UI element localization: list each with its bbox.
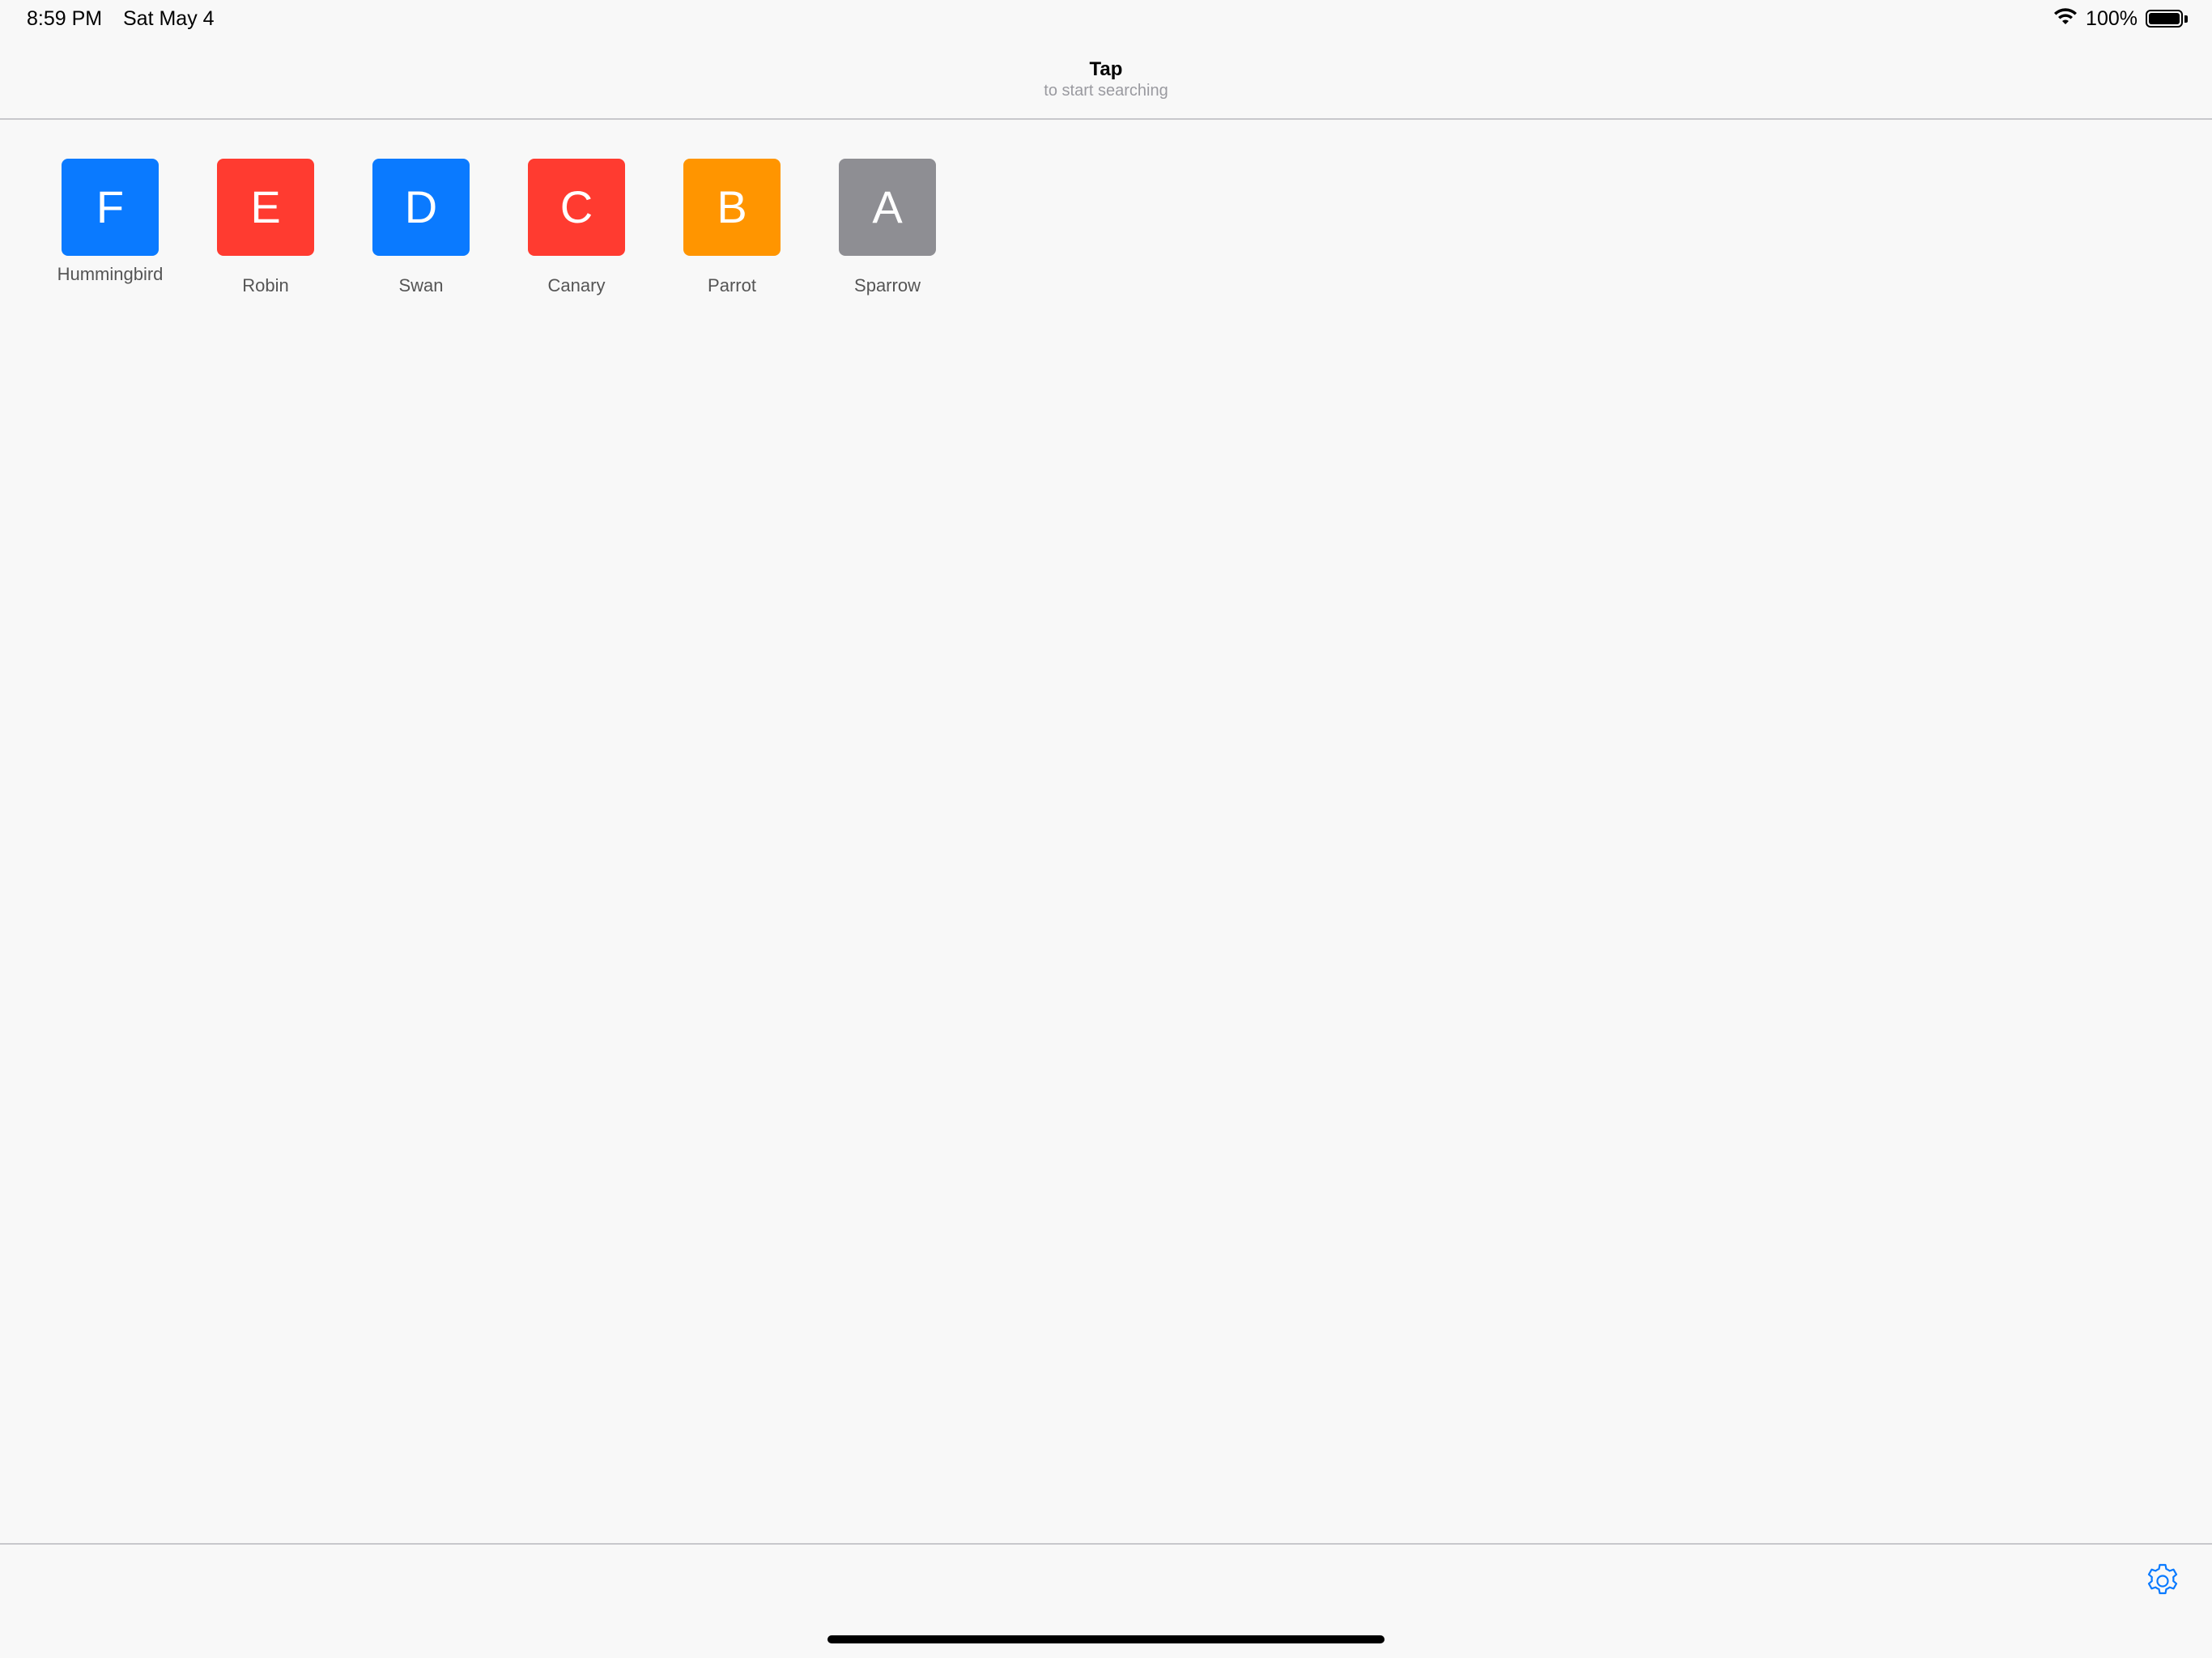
home-indicator[interactable] xyxy=(827,1635,1385,1643)
tile-label: Sparrow xyxy=(854,275,921,295)
tile-item[interactable]: F Hummingbird xyxy=(32,159,188,296)
status-time: 8:59 PM xyxy=(27,7,103,30)
gear-icon[interactable] xyxy=(2143,1562,2182,1605)
tile-label: Canary xyxy=(547,275,606,295)
battery-cap xyxy=(2184,15,2188,23)
tile-label: Robin xyxy=(242,275,289,295)
tile-item[interactable]: B Parrot xyxy=(654,159,810,296)
tile-grid: F Hummingbird E Robin D Swan C Canary B … xyxy=(32,159,965,296)
status-indicators: 100% xyxy=(2053,6,2188,31)
tile-icon[interactable]: D xyxy=(372,159,470,256)
tile-icon[interactable]: B xyxy=(683,159,781,256)
page-subtitle[interactable]: to start searching xyxy=(0,81,2212,100)
battery-fill xyxy=(2149,13,2180,24)
battery-percent: 100% xyxy=(2086,7,2138,30)
tile-icon[interactable]: C xyxy=(528,159,625,256)
tile-icon[interactable]: E xyxy=(217,159,314,256)
nav-bar[interactable]: Tap to start searching xyxy=(0,39,2212,120)
settings-button[interactable] xyxy=(2142,1562,2183,1603)
tile-item[interactable]: C Canary xyxy=(499,159,654,296)
status-bar: 8:59 PM Sat May 4 100% xyxy=(0,0,2212,39)
wifi-icon xyxy=(2053,7,2078,31)
app-screen: 8:59 PM Sat May 4 100% Tap to start sear… xyxy=(0,0,2212,1658)
tile-item[interactable]: E Robin xyxy=(188,159,343,296)
tile-item[interactable]: D Swan xyxy=(343,159,499,296)
tile-icon[interactable]: F xyxy=(62,159,159,256)
tile-label: Swan xyxy=(398,275,444,295)
tile-item[interactable]: A Sparrow xyxy=(810,159,965,296)
tile-label: Hummingbird xyxy=(57,264,164,284)
battery-icon xyxy=(2146,10,2183,28)
tile-label: Parrot xyxy=(708,275,756,295)
page-title[interactable]: Tap xyxy=(0,58,2212,81)
status-date: Sat May 4 xyxy=(123,7,215,30)
tile-icon[interactable]: A xyxy=(839,159,936,256)
